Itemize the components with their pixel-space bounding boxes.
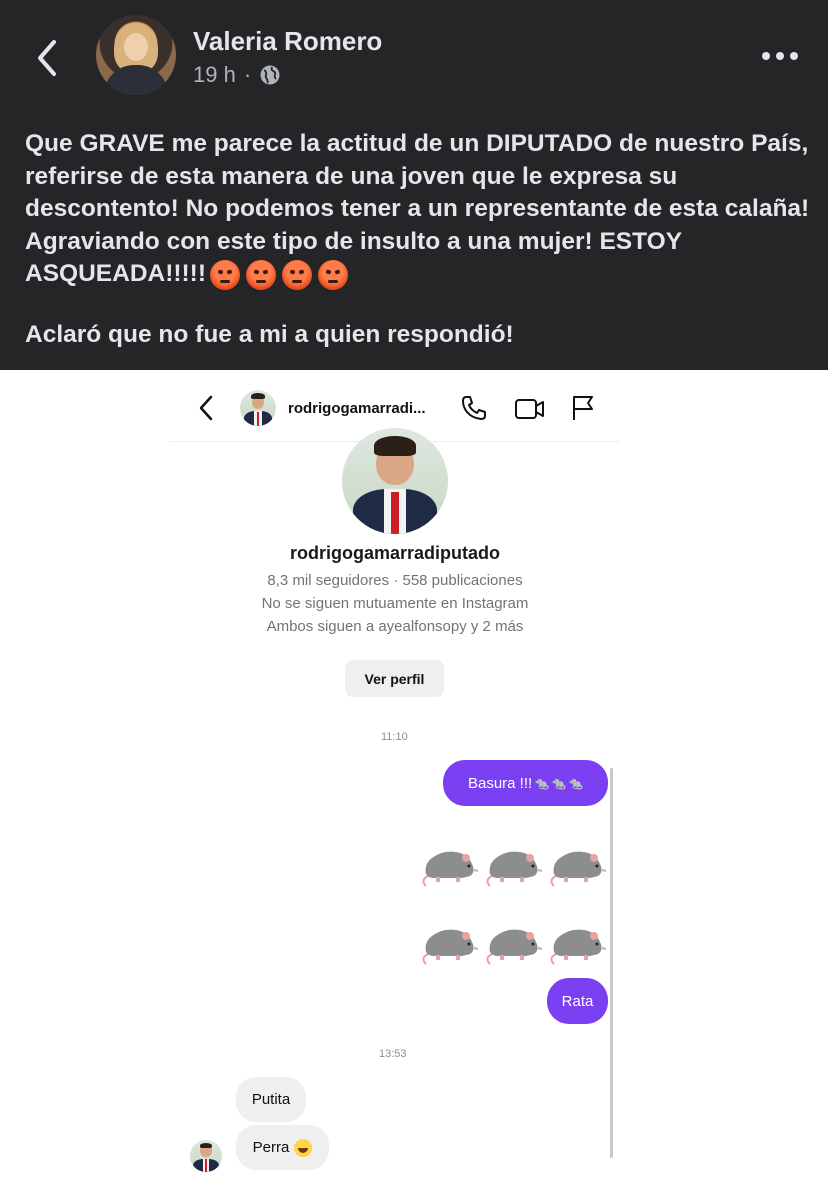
more-options-icon bbox=[762, 52, 770, 60]
rat-emoji-row[interactable] bbox=[422, 834, 608, 888]
video-camera-icon[interactable] bbox=[514, 396, 546, 422]
message-text: Perra bbox=[252, 1139, 290, 1156]
message-text: Putita bbox=[251, 1091, 291, 1108]
author-avatar[interactable] bbox=[96, 15, 176, 95]
more-options-button[interactable] bbox=[758, 44, 802, 68]
outgoing-message[interactable]: Basura !!! 🐀 🐀 🐀 bbox=[443, 760, 608, 806]
profile-stats: 8,3 mil seguidores · 558 publicaciones bbox=[267, 572, 523, 589]
author-name[interactable]: Valeria Romero bbox=[193, 26, 382, 57]
view-profile-button[interactable]: Ver perfil bbox=[345, 660, 444, 697]
post-meta: 19 h · bbox=[193, 62, 281, 88]
common-followers: Ambos siguen a ayealfonsopy y 2 más bbox=[266, 618, 524, 635]
rat-icon bbox=[422, 850, 479, 887]
contact-avatar[interactable] bbox=[240, 390, 276, 426]
angry-face-icon bbox=[282, 259, 312, 290]
scrollbar[interactable] bbox=[610, 768, 613, 1158]
back-chevron-icon[interactable] bbox=[196, 394, 216, 422]
post-text: Que GRAVE me parece la actitud de un DIP… bbox=[25, 128, 815, 291]
post-time[interactable]: 19 h bbox=[193, 62, 236, 88]
message-timestamp: 13:53 bbox=[379, 1048, 407, 1060]
angry-emojis bbox=[210, 259, 348, 290]
post-text-second: Aclaró que no fue a mi a quien respondió… bbox=[25, 321, 514, 348]
profile-username: rodrigogamarradiputado bbox=[289, 543, 500, 563]
facebook-post: Valeria Romero 19 h · Que GRAVE me parec… bbox=[0, 0, 828, 370]
profile-avatar[interactable] bbox=[342, 428, 448, 534]
rat-icon bbox=[486, 850, 543, 887]
meta-separator: · bbox=[243, 62, 252, 87]
angry-face-icon bbox=[210, 259, 240, 290]
angry-face-icon bbox=[246, 259, 276, 290]
rat-icon bbox=[486, 928, 543, 965]
incoming-message[interactable]: Putita bbox=[236, 1077, 306, 1122]
back-button[interactable] bbox=[32, 36, 64, 80]
post-text-main: Que GRAVE me parece la actitud de un DIP… bbox=[25, 130, 816, 287]
message-timestamp: 11:10 bbox=[381, 731, 408, 743]
message-text: Basura !!! bbox=[467, 774, 533, 792]
rat-icon: 🐀 bbox=[551, 776, 567, 790]
angry-face-icon bbox=[318, 259, 348, 290]
incoming-message[interactable]: Perra bbox=[236, 1125, 329, 1170]
rat-icon bbox=[550, 928, 607, 965]
rat-icon: 🐀 bbox=[568, 776, 584, 790]
mutual-follow-status: No se siguen mutuamente en Instagram bbox=[261, 595, 529, 612]
rat-icon bbox=[422, 928, 479, 965]
flag-icon[interactable] bbox=[570, 394, 596, 422]
rat-icon bbox=[550, 850, 607, 887]
back-chevron-icon bbox=[38, 40, 56, 76]
phone-icon[interactable] bbox=[460, 394, 488, 422]
outgoing-message[interactable]: Rata bbox=[547, 978, 608, 1024]
message-text: Rata bbox=[561, 992, 594, 1010]
rat-emoji-row[interactable] bbox=[422, 912, 608, 966]
sender-avatar[interactable] bbox=[190, 1140, 222, 1172]
contact-username[interactable]: rodrigogamarradi... bbox=[288, 400, 426, 417]
globe-icon[interactable] bbox=[259, 64, 281, 86]
laughing-face-icon bbox=[294, 1138, 313, 1157]
rat-icon: 🐀 bbox=[534, 776, 550, 790]
